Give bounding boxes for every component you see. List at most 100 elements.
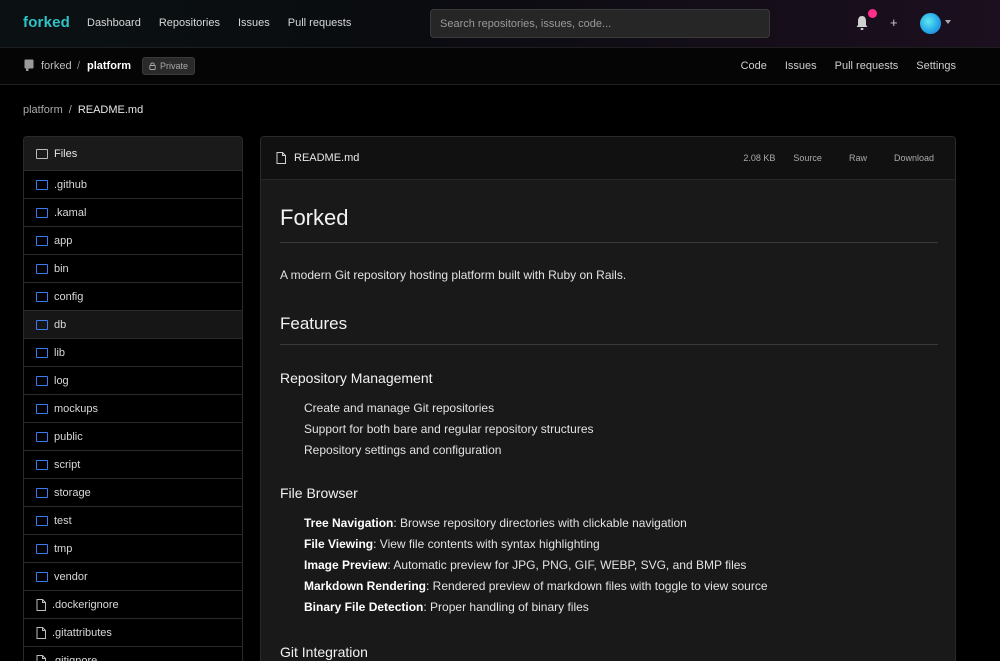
- list-item-term: Binary File Detection: [304, 600, 424, 614]
- folder-icon: [36, 179, 48, 190]
- list-item: Repository settings and configuration: [304, 440, 938, 461]
- tab-issues[interactable]: Issues: [785, 60, 817, 72]
- list-item-text: : Rendered preview of markdown files wit…: [426, 579, 768, 593]
- breadcrumb: platform / README.md: [23, 104, 143, 116]
- create-new-button[interactable]: +: [890, 15, 898, 30]
- file-tree-item-label: db: [54, 318, 67, 331]
- file-tree-item-label: .gitattributes: [52, 626, 112, 639]
- file-tree-item[interactable]: bin: [24, 255, 242, 283]
- file-tree-item[interactable]: config: [24, 283, 242, 311]
- file-tree-item-label: test: [54, 514, 72, 527]
- section-heading: Git Integration: [280, 644, 368, 660]
- file-tree-item[interactable]: .gitignore: [24, 647, 242, 661]
- notification-dot: [868, 9, 877, 18]
- list-item: Image Preview: Automatic preview for JPG…: [304, 555, 938, 576]
- repo-icon: [24, 59, 34, 71]
- visibility-badge: Private: [142, 57, 196, 75]
- user-avatar[interactable]: [920, 13, 941, 34]
- list-item: Tree Navigation: Browse repository direc…: [304, 513, 938, 534]
- folder-icon: [36, 319, 48, 330]
- section-heading: File Browser: [280, 485, 358, 501]
- file-tree-item[interactable]: .gitattributes: [24, 619, 242, 647]
- file-tree-item[interactable]: mockups: [24, 395, 242, 423]
- folder-icon: [36, 515, 48, 526]
- readme-description: A modern Git repository hosting platform…: [280, 268, 627, 282]
- raw-button[interactable]: Raw: [849, 153, 867, 163]
- file-tree-item[interactable]: app: [24, 227, 242, 255]
- file-tree-item-label: script: [54, 458, 81, 471]
- folder-icon: [36, 571, 48, 582]
- file-tree-header: Files: [24, 137, 242, 171]
- file-tree-item-label: mockups: [54, 402, 99, 415]
- folder-icon: [36, 347, 48, 358]
- section-heading: Repository Management: [280, 370, 433, 386]
- list-item: Create and manage Git repositories: [304, 398, 938, 419]
- list-item-text: Support for both bare and regular reposi…: [304, 422, 594, 436]
- tab-settings[interactable]: Settings: [916, 60, 956, 72]
- list-item-term: Image Preview: [304, 558, 388, 572]
- file-icon: [36, 626, 46, 639]
- file-tree-item[interactable]: script: [24, 451, 242, 479]
- file-tree-item-label: bin: [54, 262, 69, 275]
- repo-header: forked / platform Private Code Issues Pu…: [0, 48, 1000, 85]
- file-tree-item-label: vendor: [54, 570, 88, 583]
- search-input[interactable]: [430, 9, 770, 38]
- nav-link-issues[interactable]: Issues: [238, 17, 270, 29]
- folder-icon: [36, 403, 48, 414]
- list-item-text: : View file contents with syntax highlig…: [373, 537, 600, 551]
- list-item: Support for both bare and regular reposi…: [304, 419, 938, 440]
- folder-icon: [36, 543, 48, 554]
- source-button[interactable]: Source: [793, 153, 822, 163]
- file-tree-item[interactable]: db: [24, 311, 242, 339]
- bell-icon[interactable]: [855, 15, 869, 31]
- download-button[interactable]: Download: [894, 153, 934, 163]
- file-tree-item[interactable]: lib: [24, 339, 242, 367]
- file-tree-item[interactable]: log: [24, 367, 242, 395]
- list-item-text: Repository settings and configuration: [304, 443, 502, 457]
- chevron-down-icon[interactable]: [945, 20, 951, 24]
- feature-list: Create and manage Git repositories Suppor…: [280, 398, 938, 461]
- file-viewer-header: README.md 2.08 KB Source Raw Download: [261, 137, 955, 180]
- file-tree-item-label: .gitignore: [52, 654, 98, 661]
- folder-icon: [36, 207, 48, 218]
- list-item-text: : Automatic preview for JPG, PNG, GIF, W…: [387, 558, 747, 572]
- file-tree-item[interactable]: public: [24, 423, 242, 451]
- repo-name-link[interactable]: platform: [87, 60, 131, 72]
- files-icon: [36, 148, 48, 159]
- file-viewer: README.md 2.08 KB Source Raw Download Fo…: [260, 136, 956, 661]
- nav-link-dashboard[interactable]: Dashboard: [87, 17, 141, 29]
- breadcrumb-root-link[interactable]: platform: [23, 104, 63, 116]
- list-item: Binary File Detection: Proper handling o…: [304, 597, 938, 618]
- list-item-term: Markdown Rendering: [304, 579, 427, 593]
- folder-icon: [36, 291, 48, 302]
- list-item: Markdown Rendering: Rendered preview of …: [304, 576, 938, 597]
- readme-title: Forked: [280, 181, 938, 243]
- list-item-term: Tree Navigation: [304, 516, 394, 530]
- folder-icon: [36, 375, 48, 386]
- nav-link-pull-requests[interactable]: Pull requests: [288, 17, 352, 29]
- file-tree-item[interactable]: .dockerignore: [24, 591, 242, 619]
- list-item-text: : Browse repository directories with cli…: [393, 516, 687, 530]
- file-icon: [36, 598, 46, 611]
- file-tree-item[interactable]: .github: [24, 171, 242, 199]
- file-tree-item[interactable]: .kamal: [24, 199, 242, 227]
- file-tree-item-label: storage: [54, 486, 91, 499]
- repo-tabs: Code Issues Pull requests Settings: [741, 60, 956, 72]
- file-tree-item[interactable]: test: [24, 507, 242, 535]
- tab-code[interactable]: Code: [741, 60, 767, 72]
- file-tree-item[interactable]: storage: [24, 479, 242, 507]
- lock-icon: [149, 62, 156, 70]
- file-tree-item-label: tmp: [54, 542, 73, 555]
- file-icon: [36, 654, 46, 661]
- repo-owner-link[interactable]: forked: [41, 60, 72, 72]
- file-size: 2.08 KB: [743, 153, 776, 163]
- file-tree-title: Files: [54, 147, 78, 160]
- folder-icon: [36, 487, 48, 498]
- main-nav: Dashboard Repositories Issues Pull reque…: [87, 17, 351, 29]
- file-tree-item[interactable]: tmp: [24, 535, 242, 563]
- file-tree-item[interactable]: vendor: [24, 563, 242, 591]
- file-tree-item-label: log: [54, 374, 69, 387]
- app-logo[interactable]: forked: [23, 14, 70, 31]
- nav-link-repositories[interactable]: Repositories: [159, 17, 220, 29]
- tab-pull-requests[interactable]: Pull requests: [835, 60, 899, 72]
